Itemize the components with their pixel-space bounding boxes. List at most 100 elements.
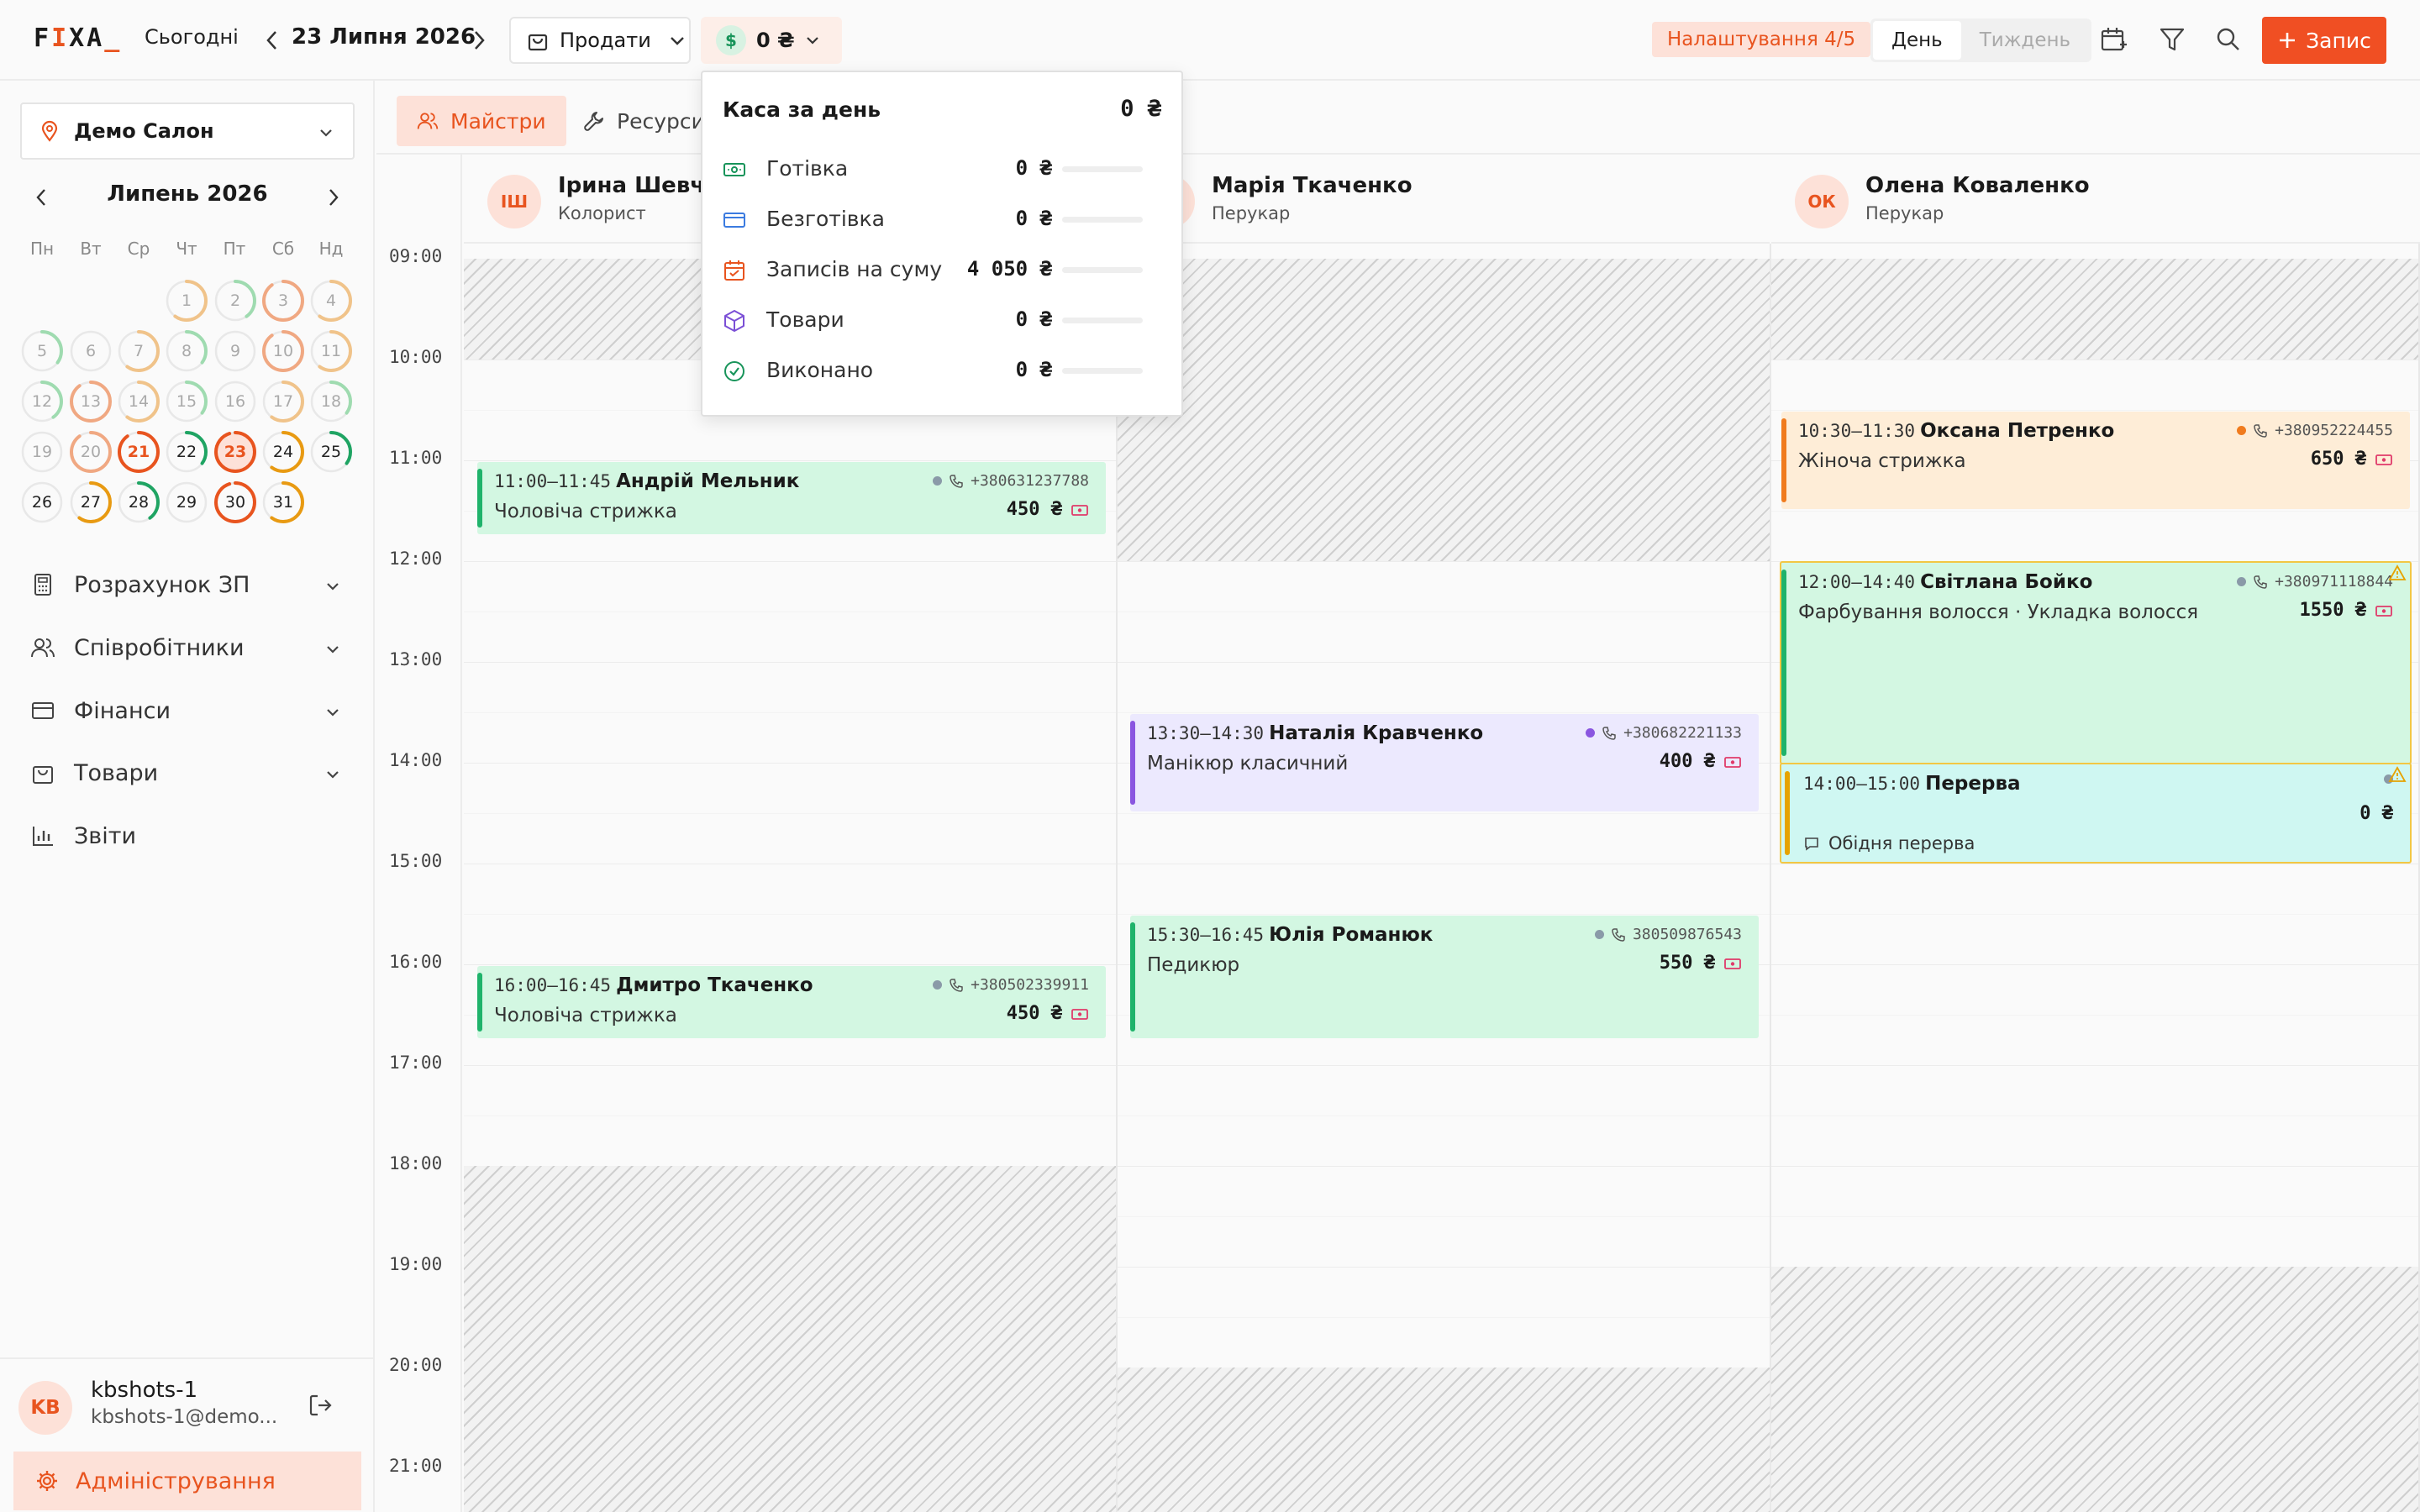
appointment-title: 14:00–15:00 Перерва (1803, 773, 2021, 795)
calendar-day[interactable]: 16 (213, 380, 257, 423)
calendar-day[interactable]: 7 (117, 329, 160, 373)
day-number: 22 (176, 443, 197, 461)
calendar-day[interactable]: 31 (261, 480, 305, 524)
appointment-card[interactable]: 15:30–16:45 Юлія Романюк 380509876543 Пед… (1130, 916, 1759, 1038)
client-phone[interactable]: +380631237788 (933, 472, 1089, 490)
staff-column[interactable] (1118, 244, 1771, 1512)
menu-products[interactable]: Товари (30, 751, 350, 795)
time-label: 14:00 (389, 750, 443, 770)
status-bar (1781, 418, 1786, 502)
calendar-day[interactable]: 20 (69, 430, 113, 474)
cash-row[interactable]: Товари 0 ₴ (723, 304, 1165, 338)
avatar: ОК (1795, 175, 1849, 228)
sell-button[interactable]: Продати (509, 17, 691, 64)
avatar[interactable]: KB (18, 1381, 72, 1435)
calendar-day[interactable]: 3 (261, 279, 305, 323)
appointment-card[interactable]: 12:00–14:40 Світлана Бойко +380971118844 … (1780, 561, 2412, 764)
appointment-card[interactable]: 16:00–16:45 Дмитро Ткаченко +380502339911… (477, 966, 1106, 1038)
menu-finance[interactable]: Фінанси (30, 689, 350, 732)
card-icon (723, 213, 745, 228)
search-icon[interactable] (2214, 25, 2243, 54)
bag-icon (33, 766, 53, 784)
calendar-day[interactable]: 27 (69, 480, 113, 524)
calendar-day[interactable]: 11 (309, 329, 353, 373)
staff-header[interactable]: ОК Олена Коваленко Перукар (1771, 156, 2420, 244)
cash-row[interactable]: Безготівка 0 ₴ (723, 203, 1165, 237)
appointment-service: Манікюр класичний (1147, 753, 1349, 774)
appointment-card[interactable]: 11:00–11:45 Андрій Мельник +380631237788 … (477, 462, 1106, 534)
calendar-day[interactable]: 14 (117, 380, 160, 423)
next-day-icon[interactable] (471, 29, 487, 52)
cash-row[interactable]: Виконано 0 ₴ (723, 354, 1165, 388)
client-phone[interactable]: 380509876543 (1594, 926, 1742, 943)
setup-progress-badge[interactable]: Налаштування 4/5 (1652, 22, 1871, 57)
filter-icon[interactable] (2158, 25, 2186, 54)
staff-header[interactable]: МТ Марія Ткаченко Перукар (1118, 156, 1770, 244)
chart-icon (33, 827, 53, 846)
calendar-day[interactable]: 17 (261, 380, 305, 423)
calendar-add-icon[interactable] (2099, 25, 2128, 54)
calendar-day[interactable]: 29 (165, 480, 208, 524)
logo[interactable]: FIXA_ (34, 24, 122, 53)
calendar-day[interactable]: 22 (165, 430, 208, 474)
appointment-card[interactable]: 13:30–14:30 Наталія Кравченко +3806822211… (1130, 714, 1759, 811)
cash-amount: 0 ₴ (756, 29, 795, 52)
view-day-button[interactable]: День (1873, 21, 1961, 60)
calendar-day[interactable]: 2 (213, 279, 257, 323)
staff-column[interactable] (464, 244, 1118, 1512)
view-week-button[interactable]: Тиждень (1961, 21, 2089, 60)
add-appointment-button[interactable]: Запис (2262, 17, 2386, 64)
calendar-day[interactable]: 30 (213, 480, 257, 524)
payment-icon (1071, 504, 1088, 516)
calendar-day[interactable]: 6 (69, 329, 113, 373)
cash-button[interactable]: $ 0 ₴ (701, 17, 842, 64)
calendar-day[interactable]: 10 (261, 329, 305, 373)
calendar-day[interactable]: 5 (20, 329, 64, 373)
calendar-day[interactable]: 24 (261, 430, 305, 474)
logout-icon[interactable] (308, 1393, 333, 1418)
menu-payroll[interactable]: Розрахунок ЗП (30, 563, 350, 606)
calendar-day[interactable]: 25 (309, 430, 353, 474)
salon-select[interactable]: Демо Салон (20, 102, 355, 160)
prev-day-icon[interactable] (264, 29, 281, 52)
calendar-day[interactable]: 12 (20, 380, 64, 423)
appointment-time: 14:00–15:00 (1803, 774, 1921, 794)
client-phone[interactable]: +380952224455 (2237, 422, 2393, 439)
calendar-day[interactable]: 28 (117, 480, 160, 524)
client-phone[interactable]: +380502339911 (933, 976, 1089, 994)
current-date[interactable]: 23 Липня 2026 (292, 24, 476, 50)
calendar-day[interactable]: 13 (69, 380, 113, 423)
users-icon (417, 113, 439, 129)
menu-staff[interactable]: Співробітники (30, 626, 350, 669)
break-card[interactable]: 14:00–15:00 Перерва 0 ₴ Обідня перерва (1780, 763, 2412, 864)
today-button[interactable]: Сьогодні (145, 25, 239, 49)
cash-row[interactable]: Записів на суму 4 050 ₴ (723, 254, 1165, 287)
calendar-day[interactable]: 9 (213, 329, 257, 373)
calendar-day[interactable]: 4 (309, 279, 353, 323)
calendar-day[interactable]: 15 (165, 380, 208, 423)
calendar-day[interactable]: 21 (117, 430, 160, 474)
calendar-icon (724, 260, 744, 281)
calendar-day[interactable]: 1 (165, 279, 208, 323)
calendar-day[interactable]: 19 (20, 430, 64, 474)
off-hours (1118, 1368, 1770, 1512)
next-month-icon[interactable] (326, 186, 341, 208)
half-hour-line (1771, 1216, 2418, 1217)
appointment-time: 15:30–16:45 (1147, 925, 1265, 945)
calendar-day[interactable]: 8 (165, 329, 208, 373)
row-progress (1062, 267, 1143, 273)
calendar-day[interactable]: 18 (309, 380, 353, 423)
calendar-day[interactable]: 26 (20, 480, 64, 524)
admin-button[interactable]: Адміністрування (13, 1452, 361, 1510)
appointment-card[interactable]: 10:30–11:30 Оксана Петренко +380952224455… (1781, 412, 2410, 509)
client-name: Наталія Кравченко (1269, 722, 1484, 744)
cash-row[interactable]: Готівка 0 ₴ (723, 153, 1165, 186)
tab-masters[interactable]: Майстри (397, 96, 566, 146)
client-phone[interactable]: +380971118844 (2237, 573, 2393, 591)
weekday-label: Вт (80, 239, 102, 259)
client-phone[interactable]: +380682221133 (1586, 724, 1742, 742)
menu-reports[interactable]: Звіти (30, 814, 350, 858)
appointment-time: 11:00–11:45 (494, 471, 612, 491)
calendar-day[interactable]: 23 (213, 430, 257, 474)
phone-number: +380971118844 (2275, 573, 2393, 591)
